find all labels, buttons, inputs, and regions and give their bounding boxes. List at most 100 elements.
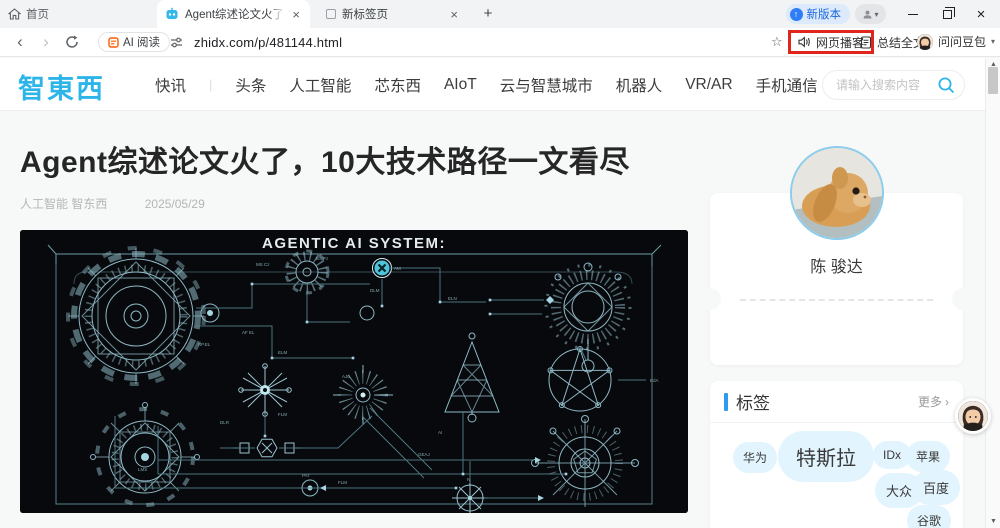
back-button[interactable]: ‹ bbox=[8, 28, 32, 56]
tab-title: Agent综述论文火了，1 bbox=[185, 6, 285, 22]
podcast-button[interactable]: 网页播客 bbox=[816, 34, 864, 51]
restore-button[interactable] bbox=[932, 0, 962, 28]
ask-doubao-button[interactable]: 问问豆包 ▾ bbox=[917, 33, 995, 50]
reload-button[interactable] bbox=[60, 28, 84, 56]
article-date: 2025/05/29 bbox=[144, 197, 205, 211]
nav-item[interactable]: 云与智慧城市 bbox=[500, 74, 593, 96]
article-category[interactable]: 人工智能 bbox=[20, 197, 68, 211]
document-icon bbox=[860, 36, 872, 49]
section-accent-bar bbox=[724, 392, 728, 411]
tag-pill[interactable]: 华为 bbox=[733, 442, 778, 473]
site-header: 智東西 快讯|头条人工智能芯东西AIoT云与智慧城市机器人VR/AR手机通信|活… bbox=[0, 58, 1000, 111]
svg-text:AJu: AJu bbox=[342, 374, 350, 379]
home-icon bbox=[8, 8, 21, 20]
tags-card: 标签 更多 › 华为 特斯拉 IDx 苹果 大众 百度 谷歌 bbox=[710, 381, 963, 528]
author-avatar[interactable] bbox=[789, 146, 884, 240]
article-hero-image: AGENTIC AI SYSTEM: MS Cz BS.Fz AM DLM EL… bbox=[20, 230, 688, 513]
agentic-ai-blueprint: AGENTIC AI SYSTEM: MS CzBS.FzAMDLMELMELN… bbox=[20, 230, 688, 513]
zhidx-favicon bbox=[166, 7, 178, 19]
nav-item[interactable]: 头条 bbox=[235, 74, 266, 96]
tags-header: 标签 更多 › bbox=[710, 381, 963, 423]
browser-profile-button[interactable]: ▾ bbox=[855, 4, 886, 24]
speaker-icon bbox=[798, 36, 810, 48]
nav-item[interactable]: VR/AR bbox=[685, 76, 732, 94]
home-tab[interactable]: 首页 bbox=[8, 5, 49, 23]
scroll-down-icon[interactable]: ▼ bbox=[986, 518, 1000, 525]
caret-down-icon: ▾ bbox=[874, 9, 879, 19]
ai-read-button[interactable]: AI 阅读 bbox=[98, 32, 171, 52]
nav-item[interactable]: 芯东西 bbox=[374, 74, 421, 96]
svg-text:FLM: FLM bbox=[338, 480, 347, 485]
summarize-button[interactable]: 总结全文 bbox=[860, 34, 925, 51]
tags-more-link[interactable]: 更多 › bbox=[918, 393, 949, 410]
bookmark-star-icon[interactable]: ☆ bbox=[771, 34, 783, 50]
tab-close-icon[interactable]: × bbox=[290, 8, 302, 21]
forward-button[interactable]: › bbox=[34, 28, 58, 56]
tag-pill[interactable]: 百度 bbox=[912, 470, 961, 505]
nav-item[interactable]: 机器人 bbox=[616, 74, 663, 96]
minimize-button[interactable] bbox=[898, 0, 928, 28]
tag-pill[interactable]: 苹果 bbox=[906, 441, 951, 472]
search-icon[interactable] bbox=[937, 76, 955, 94]
article-source[interactable]: 智东西 bbox=[71, 197, 107, 211]
divider bbox=[740, 299, 933, 301]
svg-text:N: N bbox=[467, 477, 470, 482]
tune-icon[interactable] bbox=[170, 36, 183, 49]
svg-text:AI: AI bbox=[438, 430, 442, 435]
svg-text:AF EL: AF EL bbox=[242, 330, 255, 335]
tab-bar: 首页 Agent综述论文火了，1 × 新标签页 × + ↑ 新版本 ▾ bbox=[0, 0, 1000, 28]
browser-window: 首页 Agent综述论文火了，1 × 新标签页 × + ↑ 新版本 ▾ bbox=[0, 0, 1000, 528]
new-tab-button[interactable]: + bbox=[478, 4, 498, 24]
ai-read-icon bbox=[108, 36, 119, 48]
svg-text:BS.Fz: BS.Fz bbox=[316, 256, 329, 261]
tag-cloud: 华为 特斯拉 IDx 苹果 大众 百度 谷歌 bbox=[710, 423, 963, 528]
nav-item[interactable]: 手机通信 bbox=[756, 74, 818, 96]
svg-text:GEAJ: GEAJ bbox=[418, 452, 430, 457]
minimize-icon bbox=[908, 13, 918, 15]
close-button[interactable]: × bbox=[966, 0, 996, 28]
rabbit-photo bbox=[791, 148, 882, 238]
search-input[interactable] bbox=[836, 78, 937, 92]
blank-page-icon bbox=[326, 9, 336, 19]
browser-toolbar: ‹ › AI 阅读 zhidx.com/p/481144.html ☆ 网页播客… bbox=[0, 28, 1000, 57]
hero-title: AGENTIC AI SYSTEM: bbox=[262, 235, 446, 252]
caret-down-icon: ▾ bbox=[991, 37, 996, 46]
chevron-right-icon: › bbox=[945, 394, 949, 409]
article-title: Agent综述论文火了，10大技术路径一文看尽 bbox=[20, 146, 630, 179]
update-arrow-icon: ↑ bbox=[789, 7, 803, 21]
author-name[interactable]: 陈 骏达 bbox=[710, 253, 963, 277]
tag-pill[interactable]: 谷歌 bbox=[907, 505, 952, 528]
tab-newtab[interactable]: 新标签页 × bbox=[318, 0, 468, 28]
svg-text:AM: AM bbox=[394, 266, 401, 271]
doubao-avatar bbox=[958, 401, 988, 431]
ai-read-label: AI 阅读 bbox=[123, 37, 161, 49]
nav-item[interactable]: | bbox=[209, 77, 212, 92]
svg-text:ELN: ELN bbox=[448, 296, 457, 301]
doubao-girl-icon bbox=[917, 33, 933, 50]
new-version-button[interactable]: ↑ 新版本 bbox=[785, 4, 850, 24]
nav-item[interactable]: 快讯 bbox=[155, 74, 186, 96]
main-nav: 快讯|头条人工智能芯东西AIoT云与智慧城市机器人VR/AR手机通信|活动 bbox=[155, 58, 898, 111]
svg-text:LMS: LMS bbox=[138, 467, 147, 472]
notch bbox=[952, 288, 974, 310]
nav-item[interactable]: 人工智能 bbox=[289, 74, 351, 96]
svg-text:FLM: FLM bbox=[278, 412, 287, 417]
zhidx-logo[interactable]: 智東西 bbox=[18, 67, 105, 106]
new-version-label: 新版本 bbox=[806, 9, 842, 21]
svg-text:ELM: ELM bbox=[278, 350, 288, 355]
svg-text:MS Cz: MS Cz bbox=[256, 262, 270, 267]
tab-article[interactable]: Agent综述论文火了，1 × bbox=[157, 0, 310, 28]
notch bbox=[699, 288, 721, 310]
doubao-label: 问问豆包 bbox=[938, 35, 987, 49]
svg-text:EdA: EdA bbox=[650, 378, 659, 383]
scrollbar-thumb[interactable] bbox=[988, 67, 998, 94]
assistant-floating-button[interactable] bbox=[955, 398, 991, 434]
svg-text:DLM: DLM bbox=[370, 288, 380, 293]
tab-close-icon[interactable]: × bbox=[448, 8, 460, 21]
url-text[interactable]: zhidx.com/p/481144.html bbox=[194, 35, 342, 50]
nav-item[interactable]: AIoT bbox=[444, 76, 477, 94]
page-scrollbar[interactable]: ▲ ▼ bbox=[985, 58, 1000, 528]
search-box bbox=[822, 70, 965, 100]
tag-pill[interactable]: 特斯拉 bbox=[778, 431, 874, 482]
home-tab-label: 首页 bbox=[26, 9, 49, 21]
